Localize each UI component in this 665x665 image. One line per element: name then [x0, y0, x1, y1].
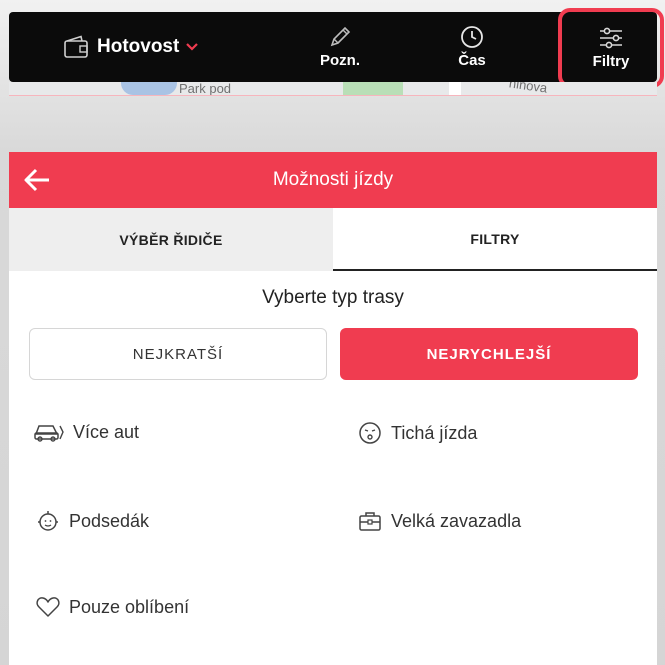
feature-label: Pouze oblíbení: [69, 596, 190, 617]
pencil-icon: [330, 26, 351, 47]
quiet-face-icon: [359, 422, 381, 444]
feature-more-cars[interactable]: Více aut: [33, 420, 139, 444]
wallet-icon: [64, 35, 88, 58]
feature-child-seat[interactable]: Podsedák: [35, 508, 149, 534]
tab-bar: VÝBĚR ŘIDIČE FILTRY: [9, 208, 657, 271]
map-park: [343, 82, 403, 95]
time-button[interactable]: Čas: [427, 12, 517, 82]
chevron-down-icon: [186, 43, 199, 51]
map-label-right: ninova: [508, 82, 549, 96]
route-type-title: Vyberte typ trasy: [262, 287, 404, 308]
sliders-icon: [600, 27, 622, 49]
filters-label: Filtry: [592, 53, 630, 70]
top-bar: Hotovost Pozn. Čas Filtry: [9, 8, 664, 88]
note-button[interactable]: Pozn.: [295, 12, 385, 82]
feature-quiet-ride[interactable]: Tichá jízda: [357, 420, 477, 446]
map-strip[interactable]: Park pod ninova: [9, 82, 657, 96]
route-type-selector: NEJKRATŠÍ NEJRYCHLEJŠÍ: [29, 328, 639, 380]
map-water: [121, 82, 177, 95]
car-icon: [34, 425, 64, 442]
child-seat-icon: [38, 511, 58, 531]
panel-title: Možnosti jízdy: [272, 169, 394, 190]
back-arrow-icon[interactable]: [23, 166, 51, 194]
tab-filters[interactable]: FILTRY: [333, 208, 657, 271]
time-label: Čas: [458, 52, 486, 69]
feature-only-favorites[interactable]: Pouze oblíbení: [35, 595, 189, 619]
panel-header: Možnosti jízdy: [9, 152, 657, 208]
filters-button[interactable]: Filtry: [558, 8, 664, 88]
tab-driver-selection[interactable]: VÝBĚR ŘIDIČE: [9, 208, 333, 271]
map-label-left: Park pod: [179, 82, 232, 96]
feature-label: Tichá jízda: [391, 422, 478, 443]
route-shortest-button[interactable]: NEJKRATŠÍ: [29, 328, 327, 380]
clock-icon: [461, 26, 483, 48]
feature-large-luggage[interactable]: Velká zavazadla: [357, 508, 521, 534]
feature-label: Více aut: [73, 421, 140, 442]
feature-label: Velká zavazadla: [391, 510, 522, 531]
payment-selector[interactable]: Hotovost: [63, 35, 263, 59]
luggage-icon: [359, 512, 381, 531]
payment-label: Hotovost: [97, 36, 180, 57]
feature-label: Podsedák: [69, 510, 150, 531]
note-label: Pozn.: [320, 52, 360, 69]
map-road: [449, 82, 461, 95]
route-fastest-button[interactable]: NEJRYCHLEJŠÍ: [340, 328, 638, 380]
heart-icon: [36, 597, 60, 617]
ride-options-panel: Možnosti jízdy VÝBĚR ŘIDIČE FILTRY Vyber…: [9, 152, 657, 665]
